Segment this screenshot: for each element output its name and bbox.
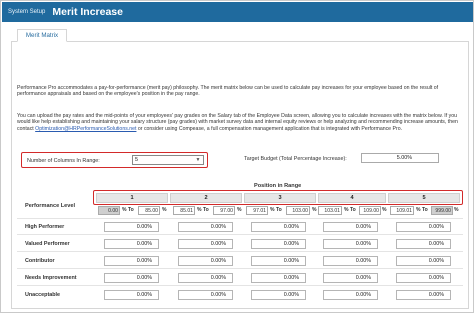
column-header-3: 3 bbox=[244, 193, 316, 203]
divider bbox=[17, 251, 463, 252]
columns-select-value: 5 bbox=[135, 157, 138, 163]
range-to-input[interactable]: 85.00 bbox=[138, 206, 160, 215]
increase-input[interactable]: 0.00% bbox=[396, 290, 451, 300]
increase-input[interactable]: 0.00% bbox=[396, 239, 451, 249]
divider bbox=[17, 268, 463, 269]
breadcrumb[interactable]: System Setup bbox=[8, 9, 45, 15]
range-to-label: % To bbox=[344, 207, 356, 213]
range-column-1: 0.00 % To 85.00 % bbox=[98, 206, 168, 216]
range-to-input: 999.00 bbox=[431, 206, 453, 215]
columns-label: Number of Columns In Range: bbox=[27, 158, 100, 164]
increase-input[interactable]: 0.00% bbox=[251, 239, 306, 249]
increase-input[interactable]: 0.00% bbox=[323, 290, 378, 300]
increase-input[interactable]: 0.00% bbox=[178, 256, 233, 266]
target-budget-input[interactable]: 5.00% bbox=[361, 153, 439, 163]
increase-input[interactable]: 0.00% bbox=[178, 273, 233, 283]
increase-input[interactable]: 0.00% bbox=[104, 256, 159, 266]
increase-input[interactable]: 0.00% bbox=[104, 222, 159, 232]
tab-merit-matrix[interactable]: Merit Matrix bbox=[17, 29, 67, 42]
column-header-1: 1 bbox=[96, 193, 168, 203]
divider bbox=[17, 234, 463, 235]
contact-email-link[interactable]: Optimization@HRPerformanceSolutions.net bbox=[35, 126, 136, 132]
increase-input[interactable]: 0.00% bbox=[396, 222, 451, 232]
increase-input[interactable]: 0.00% bbox=[251, 256, 306, 266]
range-column-4: 103.01 % To 109.00 % bbox=[318, 206, 387, 216]
target-budget-label: Target Budget (Total Percentage Increase… bbox=[244, 156, 347, 162]
position-in-range-label: Position in Range bbox=[254, 183, 302, 189]
column-header-5: 5 bbox=[388, 193, 460, 203]
increase-input[interactable]: 0.00% bbox=[178, 290, 233, 300]
range-to-label: % To bbox=[270, 207, 282, 213]
increase-input[interactable]: 0.00% bbox=[104, 273, 159, 283]
column-header-2: 2 bbox=[170, 193, 242, 203]
increase-input[interactable]: 0.00% bbox=[396, 273, 451, 283]
column-header-4: 4 bbox=[318, 193, 386, 203]
divider bbox=[17, 218, 463, 219]
increase-input[interactable]: 0.00% bbox=[178, 239, 233, 249]
range-to-label: % To bbox=[122, 207, 134, 213]
row-label: High Performer bbox=[25, 224, 65, 230]
increase-input[interactable]: 0.00% bbox=[323, 222, 378, 232]
range-to-input[interactable]: 109.00 bbox=[359, 206, 381, 215]
range-to-input[interactable]: 97.00 bbox=[213, 206, 235, 215]
range-to-label: % To bbox=[416, 207, 428, 213]
range-from-input: 0.00 bbox=[98, 206, 120, 215]
range-column-5: 109.01 % To 999.00 % bbox=[390, 206, 460, 216]
intro-paragraph-2: You can upload the pay rates and the mid… bbox=[17, 113, 465, 132]
range-from-input: 103.01 bbox=[318, 206, 342, 215]
increase-input[interactable]: 0.00% bbox=[104, 290, 159, 300]
range-pct-sign: % bbox=[162, 207, 167, 213]
range-from-input: 85.01 bbox=[173, 206, 195, 215]
intro-paragraph-1: Performance Pro accommodates a pay-for-p… bbox=[17, 85, 439, 98]
columns-select[interactable]: 5 ▼ bbox=[132, 155, 204, 165]
increase-input[interactable]: 0.00% bbox=[104, 239, 159, 249]
range-column-3: 97.01 % To 103.00 % bbox=[246, 206, 317, 216]
range-from-input: 97.01 bbox=[246, 206, 268, 215]
increase-input[interactable]: 0.00% bbox=[396, 256, 451, 266]
page-header: System Setup Merit Increase bbox=[2, 2, 473, 22]
increase-input[interactable]: 0.00% bbox=[251, 222, 306, 232]
range-pct-sign: % bbox=[454, 207, 459, 213]
chevron-down-icon: ▼ bbox=[195, 157, 201, 163]
range-to-label: % To bbox=[197, 207, 209, 213]
row-label: Contributor bbox=[25, 258, 55, 264]
range-column-2: 85.01 % To 97.00 % bbox=[173, 206, 243, 216]
range-to-input[interactable]: 103.00 bbox=[286, 206, 310, 215]
range-pct-sign: % bbox=[382, 207, 387, 213]
increase-input[interactable]: 0.00% bbox=[251, 273, 306, 283]
merit-increase-window: System Setup Merit Increase Merit Matrix… bbox=[0, 0, 474, 313]
increase-input[interactable]: 0.00% bbox=[323, 273, 378, 283]
divider bbox=[17, 285, 463, 286]
increase-input[interactable]: 0.00% bbox=[178, 222, 233, 232]
range-pct-sign: % bbox=[237, 207, 242, 213]
increase-input[interactable]: 0.00% bbox=[323, 239, 378, 249]
page-title: Merit Increase bbox=[52, 6, 123, 18]
increase-input[interactable]: 0.00% bbox=[323, 256, 378, 266]
row-label: Valued Performer bbox=[25, 241, 70, 247]
row-label: Unacceptable bbox=[25, 292, 61, 298]
range-from-input: 109.01 bbox=[390, 206, 414, 215]
increase-input[interactable]: 0.00% bbox=[251, 290, 306, 300]
performance-level-label: Performance Level bbox=[25, 203, 76, 209]
range-pct-sign: % bbox=[312, 207, 317, 213]
row-label: Needs Improvement bbox=[25, 275, 77, 281]
intro-text-b: or consider using Compease, a full compe… bbox=[136, 125, 403, 132]
